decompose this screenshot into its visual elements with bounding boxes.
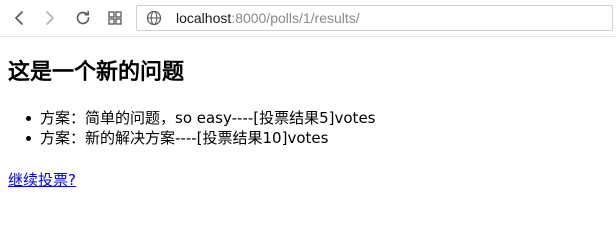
url-path: :8000/polls/1/results/ [231, 10, 360, 26]
url-host: localhost [176, 10, 232, 26]
address-bar[interactable]: localhost:8000/polls/1/results/ [136, 5, 613, 31]
browser-toolbar: localhost:8000/polls/1/results/ [0, 0, 616, 37]
vote-again-link[interactable]: 继续投票? [8, 170, 76, 190]
question-title: 这是一个新的问题 [8, 60, 185, 85]
apps-grid-icon [108, 11, 122, 25]
reload-button[interactable] [71, 6, 95, 30]
arrow-left-icon [15, 11, 23, 25]
url-text[interactable]: localhost:8000/polls/1/results/ [176, 9, 360, 27]
reload-icon [76, 10, 90, 25]
globe-icon [146, 10, 162, 26]
back-button[interactable] [7, 6, 31, 30]
list-item: 方案：新的解决方案----[投票结果10]votes [26, 128, 376, 148]
apps-button[interactable] [103, 6, 127, 30]
list-item: 方案：简单的问题，so easy----[投票结果5]votes [26, 109, 376, 127]
forward-button[interactable] [38, 6, 62, 30]
arrow-right-icon [46, 11, 54, 25]
choice-results-list: 方案：简单的问题，so easy----[投票结果5]votes 方案：新的解决… [0, 108, 376, 148]
